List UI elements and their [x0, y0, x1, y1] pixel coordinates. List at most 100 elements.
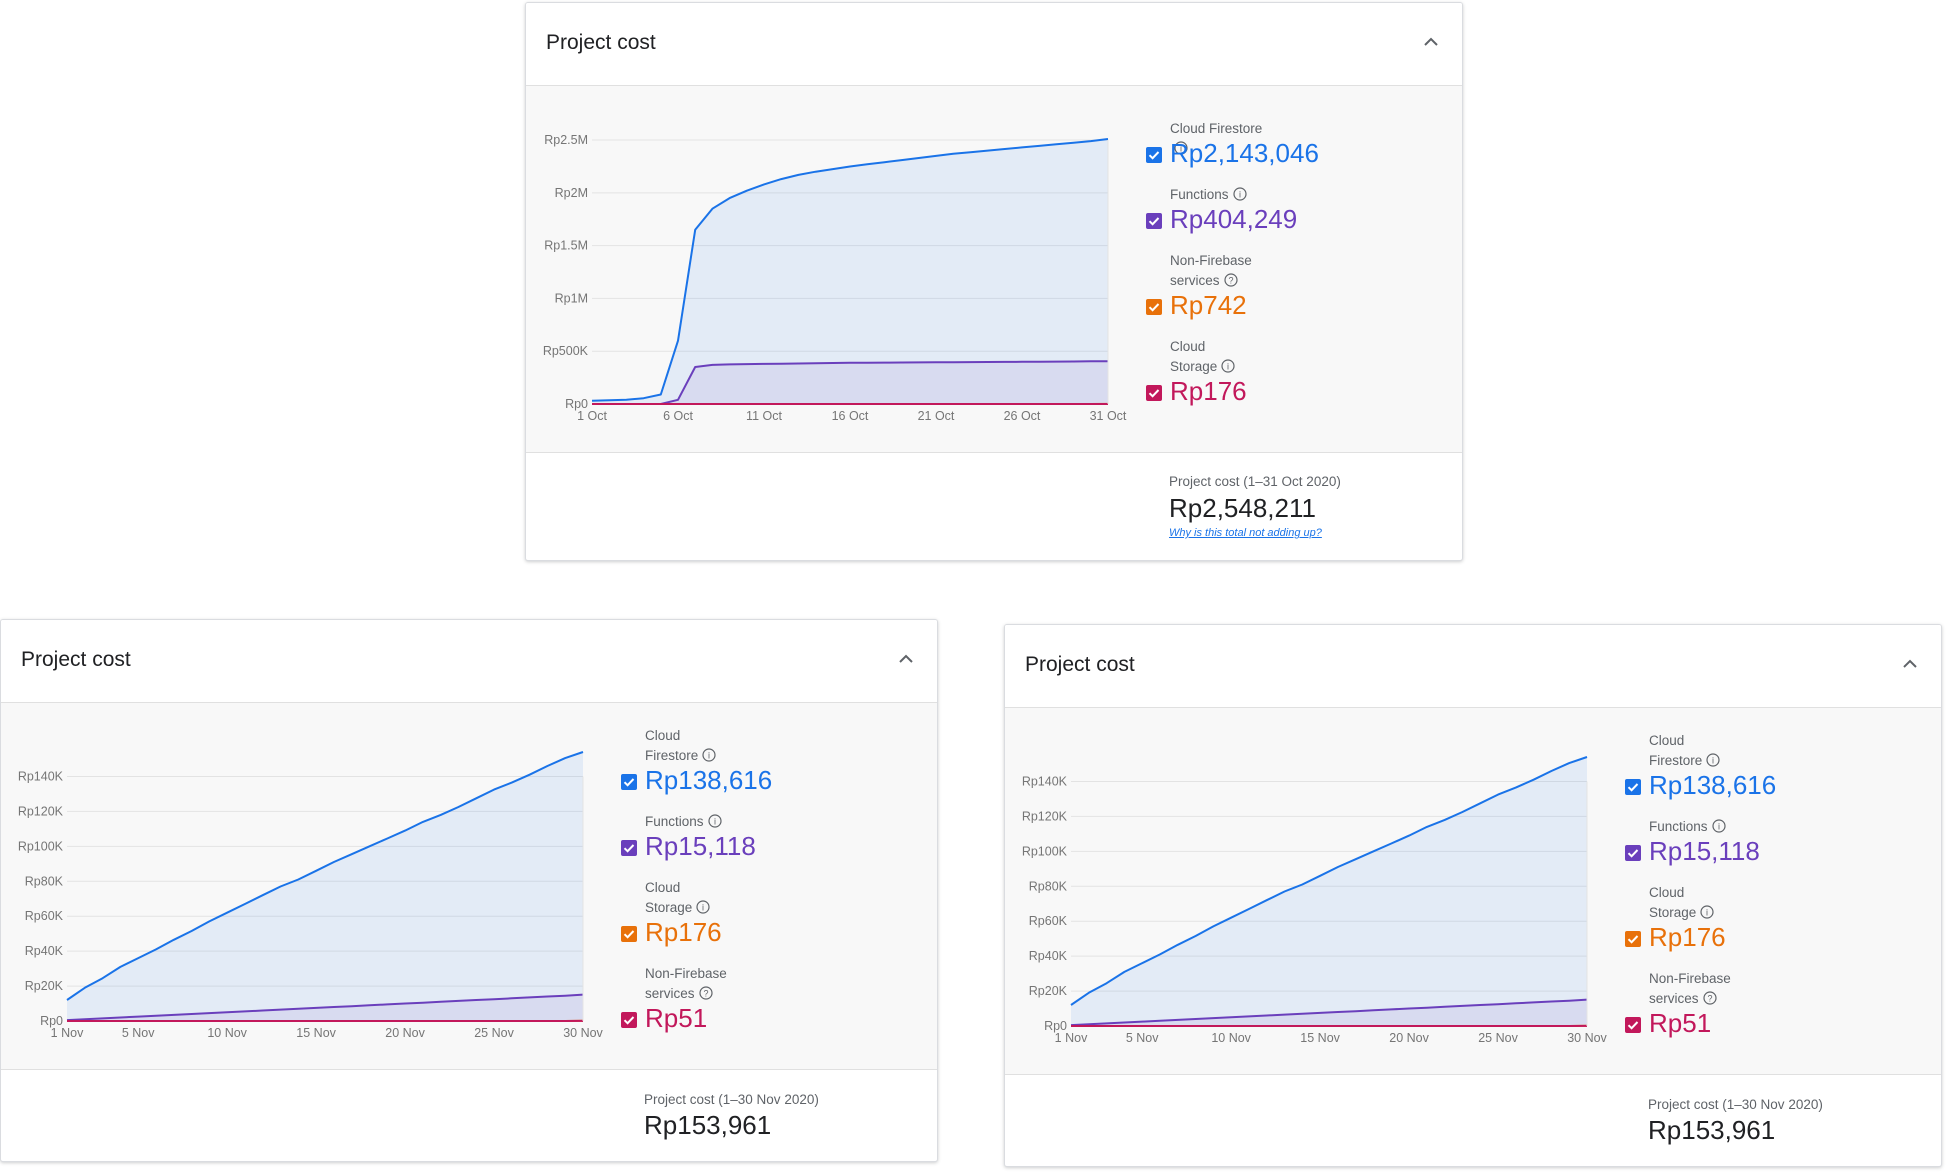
- legend-item: Cloud Firestore i Rp138,616: [621, 726, 851, 800]
- check-mark: [623, 930, 635, 939]
- total-value: Rp2,548,211: [1169, 493, 1316, 523]
- legend-item-name: Cloud Firestore i: [1649, 731, 1749, 771]
- card-title: Project cost: [1025, 653, 1135, 676]
- info-icon[interactable]: i: [1232, 187, 1247, 201]
- info-icon[interactable]: i: [1711, 819, 1726, 833]
- check-icon: [623, 844, 635, 853]
- legend-checkbox[interactable]: [1146, 147, 1162, 163]
- y-tick-label: Rp500K: [543, 344, 589, 358]
- x-tick-label: 30 Nov: [563, 1026, 603, 1040]
- x-tick-label: 10 Nov: [207, 1026, 247, 1040]
- collapse-button[interactable]: [1895, 649, 1925, 679]
- x-tick-label: 1 Nov: [1055, 1031, 1088, 1045]
- legend-name-line: Storage: [1649, 905, 1697, 920]
- legend-item: Cloud Firestore i Rp2,143,046: [1146, 119, 1376, 173]
- icon-glyph: i: [1712, 756, 1714, 766]
- x-tick-label: 16 Oct: [832, 409, 869, 423]
- y-tick-label: Rp140K: [18, 769, 64, 783]
- legend-checkbox[interactable]: [1625, 1017, 1641, 1033]
- legend-item-name: Functions i: [1649, 817, 1749, 837]
- legend-checkbox[interactable]: [621, 774, 637, 790]
- legend-checkbox[interactable]: [1625, 779, 1641, 795]
- legend-name-line: Functions: [645, 814, 704, 829]
- check-icon: [1148, 217, 1160, 226]
- x-tick-label: 6 Oct: [663, 409, 693, 423]
- legend-checkbox[interactable]: [1625, 845, 1641, 861]
- icon-glyph: i: [1239, 190, 1241, 200]
- legend-item-value: Rp138,616: [645, 765, 773, 795]
- info-icon[interactable]: i: [1221, 359, 1235, 373]
- card-header: Project cost: [526, 3, 1462, 86]
- card-title: Project cost: [21, 648, 131, 671]
- check-mark: [1627, 783, 1639, 792]
- icon-glyph: i: [702, 903, 704, 913]
- y-tick-label: Rp60K: [25, 909, 64, 923]
- y-tick-label: Rp40K: [1029, 949, 1068, 963]
- legend-item-name: Cloud Storage i: [1170, 337, 1270, 377]
- help-icon[interactable]: ?: [1702, 991, 1717, 1005]
- icon-glyph: i: [1706, 908, 1708, 918]
- x-tick-label: 20 Nov: [385, 1026, 425, 1040]
- check-mark: [1148, 151, 1160, 160]
- x-tick-label: 25 Nov: [1478, 1031, 1518, 1045]
- legend-checkbox[interactable]: [1146, 213, 1162, 229]
- collapse-button[interactable]: [891, 644, 921, 674]
- legend-item-name: Non-Firebase services?: [1170, 251, 1270, 291]
- legend-name-line: Storage: [645, 900, 693, 915]
- info-icon[interactable]: i: [1700, 905, 1714, 919]
- y-tick-label: Rp2.5M: [544, 133, 588, 147]
- chart-area: Rp0 Rp20K Rp40K Rp60K Rp80K Rp100K Rp120K Rp140…: [1, 703, 937, 1070]
- help-icon[interactable]: ?: [698, 986, 713, 1000]
- legend-checkbox[interactable]: [621, 926, 637, 942]
- total-label: Project cost (1–31 Oct 2020): [1169, 474, 1341, 489]
- legend-item-name: Non-Firebase services?: [645, 964, 745, 1004]
- legend-item-value: Rp2,143,046: [1170, 138, 1319, 168]
- legend-name-line: Non-Firebase: [1649, 971, 1731, 986]
- legend-item-value: Rp176: [645, 917, 722, 947]
- icon-glyph: i: [714, 817, 716, 827]
- legend-name-line: Cloud: [1170, 339, 1206, 354]
- legend-checkbox[interactable]: [1146, 385, 1162, 401]
- legend-item-value: Rp51: [1649, 1008, 1712, 1038]
- x-tick-label: 25 Nov: [474, 1026, 514, 1040]
- x-tick-label: 1 Nov: [51, 1026, 84, 1040]
- legend-item-value: Rp15,118: [645, 831, 756, 861]
- legend-item-value: Rp404,249: [1170, 204, 1298, 234]
- legend-checkbox[interactable]: [621, 1012, 637, 1028]
- legend-item: Non-Firebase services? Rp742: [1146, 251, 1376, 325]
- check-mark: [623, 778, 635, 787]
- check-icon: [1627, 935, 1639, 944]
- info-icon[interactable]: i: [702, 748, 716, 762]
- total-label: Project cost (1–30 Nov 2020): [644, 1092, 819, 1107]
- chevron-up-icon: [899, 654, 913, 663]
- check-mark: [623, 1016, 635, 1025]
- legend-item: Cloud Storage i Rp176: [1625, 883, 1855, 957]
- legend-item-name: Cloud Storage i: [645, 878, 745, 918]
- legend-checkbox[interactable]: [1625, 931, 1641, 947]
- total-value: Rp153,961: [1648, 1115, 1776, 1145]
- check-icon: [1627, 783, 1639, 792]
- total-help-link[interactable]: Why is this total not adding up?: [1169, 527, 1322, 539]
- collapse-button[interactable]: [1416, 27, 1446, 57]
- legend-item: Non-Firebase services? Rp51: [1625, 969, 1855, 1043]
- check-mark: [1627, 849, 1639, 858]
- y-tick-label: Rp100K: [18, 839, 64, 853]
- check-icon: [1148, 389, 1160, 398]
- legend-item: Functions i Rp404,249: [1146, 185, 1376, 239]
- chart-area: Rp0 Rp500K Rp1M Rp1.5M Rp2M Rp2.5M 1 Oct 6 Oct 1…: [526, 86, 1462, 453]
- y-tick-label: Rp60K: [1029, 914, 1068, 928]
- info-icon[interactable]: i: [707, 814, 722, 828]
- legend-item-value: Rp51: [645, 1003, 708, 1033]
- info-icon[interactable]: i: [1706, 753, 1720, 767]
- legend-item: Functions i Rp15,118: [1625, 817, 1855, 871]
- info-icon[interactable]: i: [696, 900, 710, 914]
- legend-checkbox[interactable]: [1146, 299, 1162, 315]
- help-icon[interactable]: ?: [1223, 273, 1238, 287]
- chart-area: Rp0 Rp20K Rp40K Rp60K Rp80K Rp100K Rp120K Rp140…: [1005, 708, 1941, 1075]
- legend-item: Cloud Storage i Rp176: [621, 878, 851, 952]
- x-tick-label: 21 Oct: [918, 409, 955, 423]
- y-tick-label: Rp140K: [1022, 774, 1068, 788]
- card-header: Project cost: [1005, 625, 1941, 708]
- legend-checkbox[interactable]: [621, 840, 637, 856]
- total-label: Project cost (1–30 Nov 2020): [1648, 1097, 1823, 1112]
